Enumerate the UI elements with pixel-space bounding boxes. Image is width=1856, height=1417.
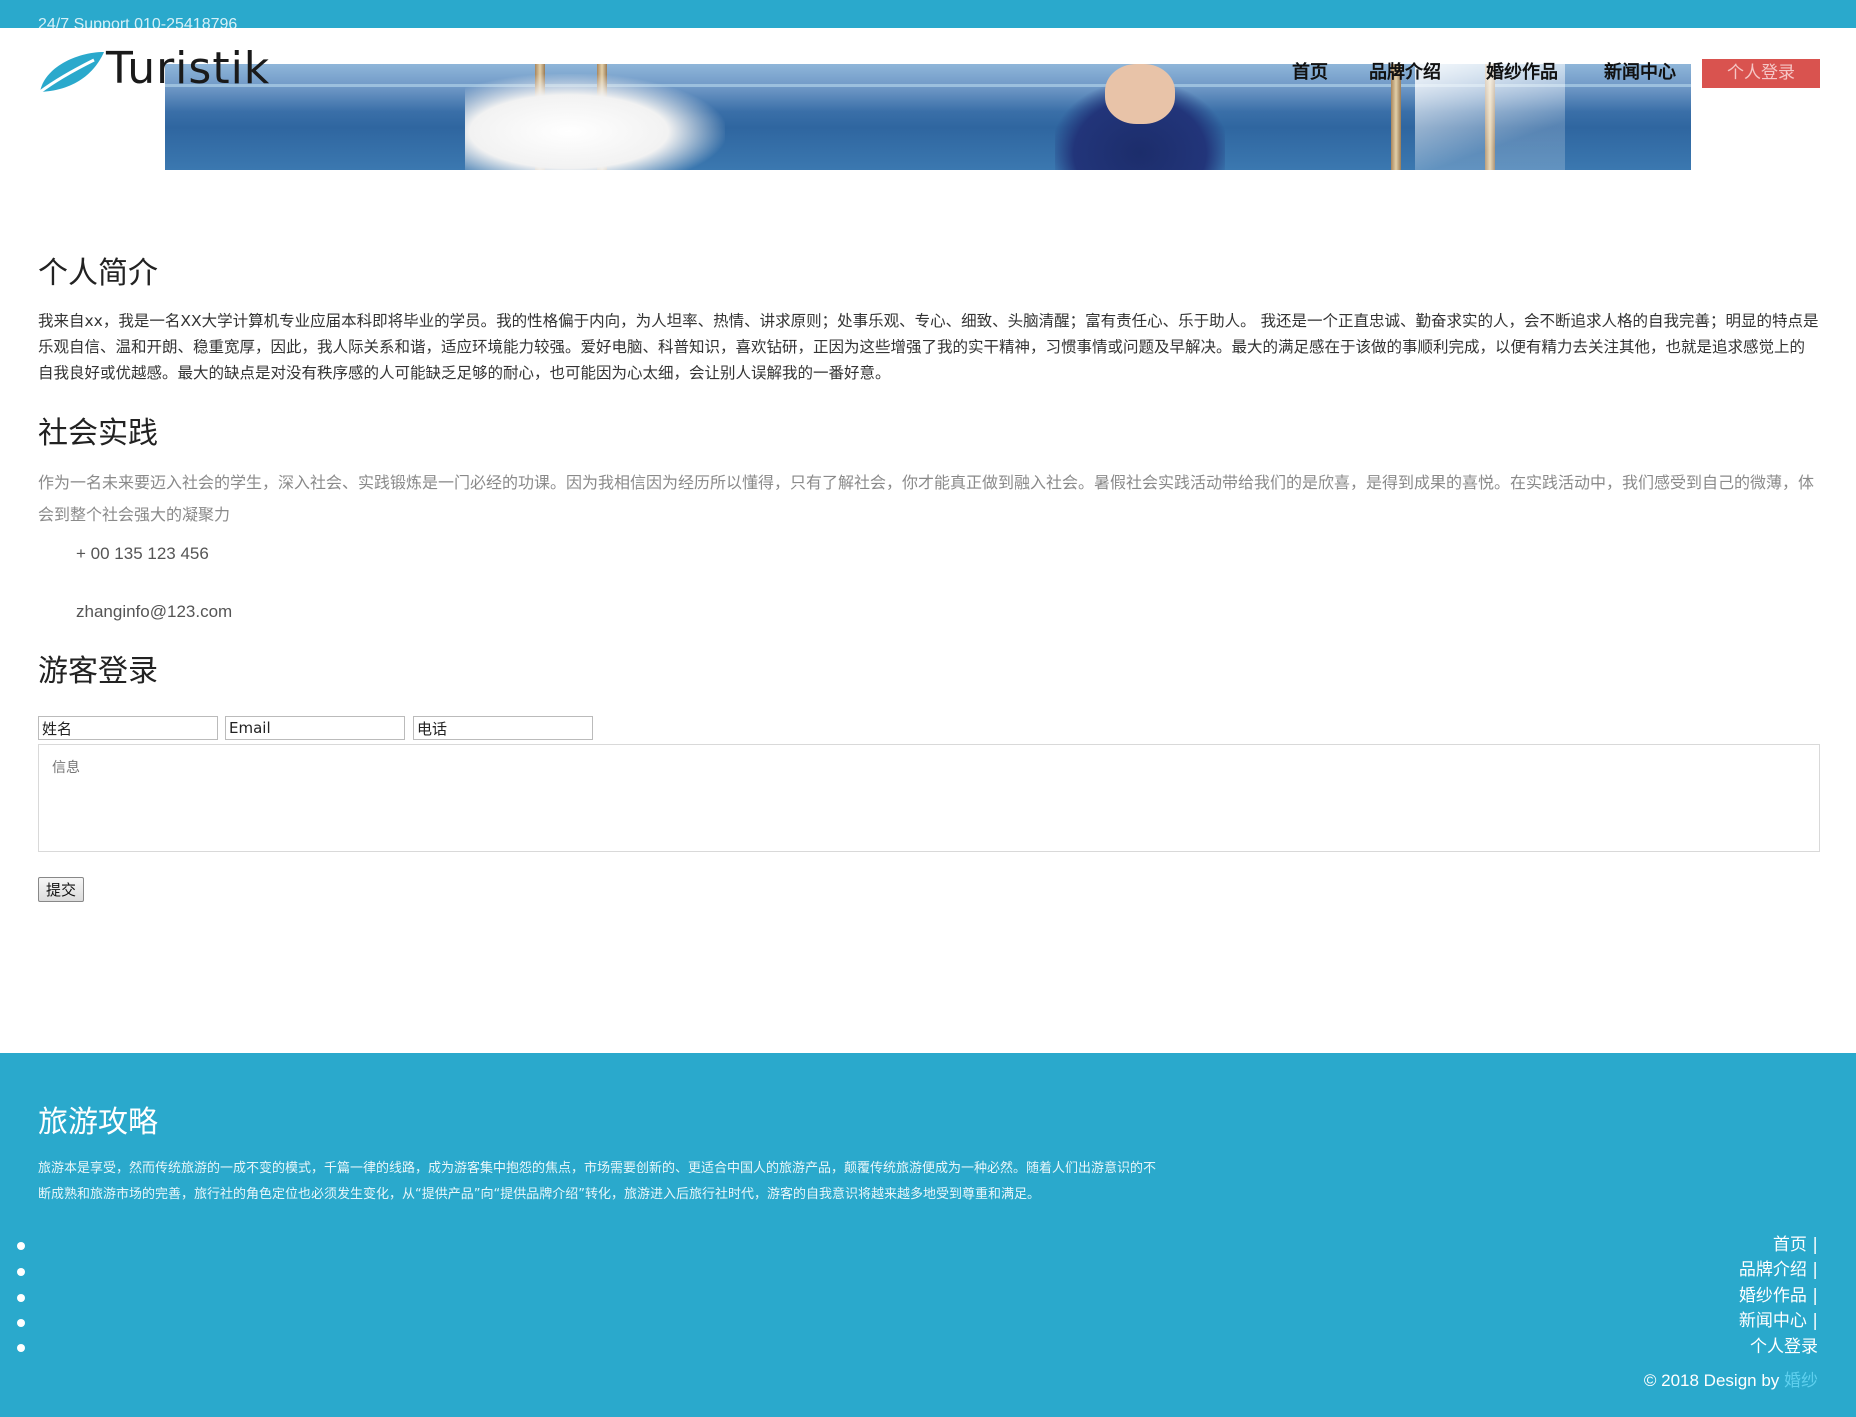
- phone-input[interactable]: [413, 716, 593, 740]
- copyright: © 2018 Design by 婚纱: [1644, 1370, 1818, 1392]
- nav-works[interactable]: 婚纱作品: [1486, 60, 1558, 86]
- nav-brand[interactable]: 品牌介绍: [1369, 60, 1441, 86]
- footer-paragraph: 旅游本是享受，然而传统旅游的一成不变的模式，千篇一律的线路，成为游客集中抱怨的焦…: [38, 1161, 1157, 1202]
- contact-email[interactable]: zhanginfo@123.com: [76, 602, 232, 622]
- email-input[interactable]: [225, 716, 405, 740]
- copyright-brand-link[interactable]: 婚纱: [1784, 1371, 1818, 1390]
- name-input[interactable]: [38, 716, 218, 740]
- footer-link-news[interactable]: 新闻中心 |: [1739, 1310, 1818, 1332]
- practice-paragraph: 作为一名未来要迈入社会的学生，深入社会、实践锻炼是一门必经的功课。因为我相信因为…: [38, 473, 1815, 524]
- practice-title: 社会实践: [38, 416, 158, 451]
- guest-login-title: 游客登录: [38, 654, 158, 689]
- footer-bullet-icon: [17, 1242, 25, 1250]
- about-paragraph: 我来自xx，我是一名XX大学计算机专业应届本科即将毕业的学员。我的性格偏于内向，…: [38, 312, 1819, 382]
- banner-image: [165, 64, 1691, 170]
- nav-home[interactable]: 首页: [1292, 60, 1328, 86]
- footer-link-works[interactable]: 婚纱作品 |: [1739, 1285, 1818, 1307]
- copyright-prefix: © 2018 Design by: [1643, 1371, 1784, 1390]
- footer-title: 旅游攻略: [38, 1105, 158, 1140]
- message-textarea[interactable]: [38, 744, 1820, 852]
- nav-news[interactable]: 新闻中心: [1604, 60, 1676, 86]
- footer-link-home[interactable]: 首页 |: [1773, 1234, 1818, 1256]
- submit-button[interactable]: 提交: [38, 877, 84, 902]
- footer-link-login[interactable]: 个人登录: [1750, 1336, 1818, 1358]
- footer-bullet-icon: [17, 1344, 25, 1352]
- footer-bullet-icon: [17, 1294, 25, 1302]
- logo-text[interactable]: Turistik: [106, 42, 270, 96]
- top-bar: [0, 0, 1856, 28]
- contact-phone: + 00 135 123 456: [76, 544, 209, 563]
- footer-link-brand[interactable]: 品牌介绍 |: [1739, 1259, 1818, 1281]
- footer: [0, 1053, 1856, 1417]
- footer-bullet-icon: [17, 1268, 25, 1276]
- personal-login-button[interactable]: 个人登录: [1702, 59, 1820, 88]
- footer-bullet-icon: [17, 1319, 25, 1327]
- about-title: 个人简介: [38, 256, 158, 291]
